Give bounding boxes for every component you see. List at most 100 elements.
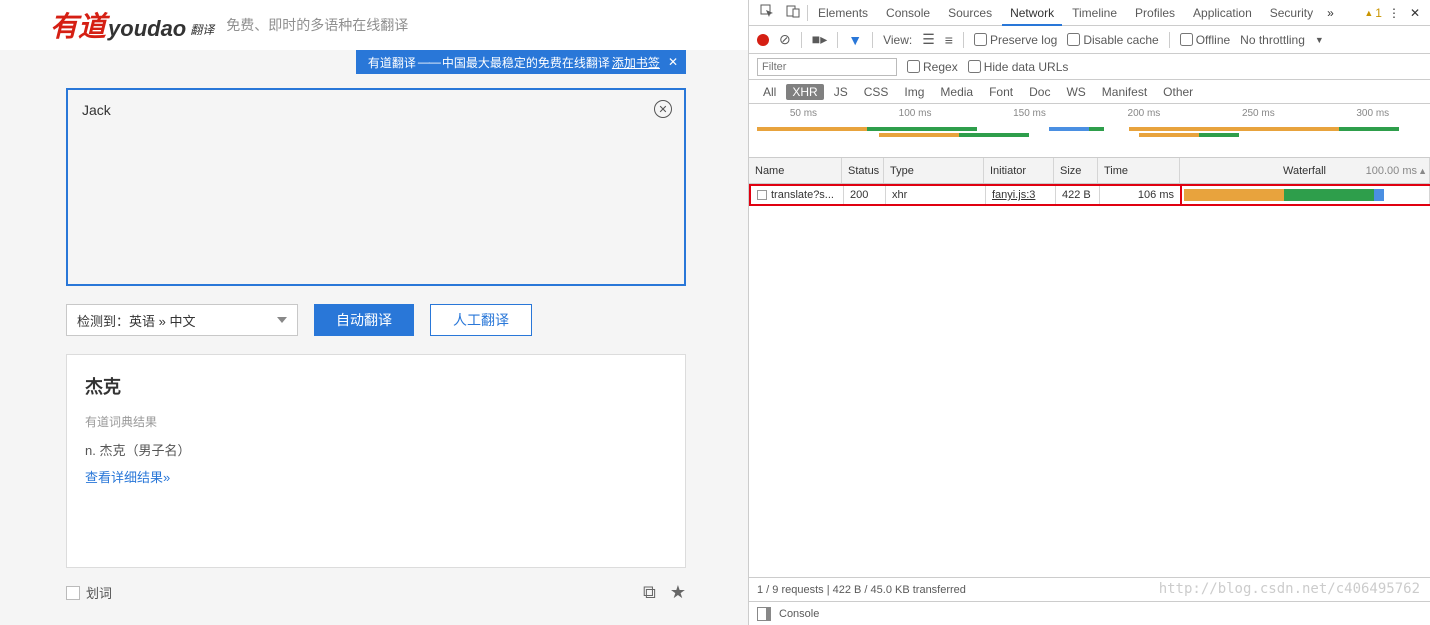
language-select-label: 检测到：英语 » 中文 xyxy=(77,311,195,330)
cat-doc[interactable]: Doc xyxy=(1023,84,1056,100)
device-icon[interactable] xyxy=(781,4,805,21)
drawer-dock-icon[interactable] xyxy=(757,607,771,621)
scroll-up-icon[interactable]: ▲ xyxy=(1418,166,1427,176)
footer-row: 划词 ⧉ ★ xyxy=(66,582,686,603)
request-name: translate?s... xyxy=(771,189,834,201)
offline-checkbox[interactable]: Offline xyxy=(1180,33,1230,47)
youdao-page: 有道 youdao 翻译 免费、即时的多语种在线翻译 有道翻译 —— 中国最大最… xyxy=(0,0,748,625)
huaci-label: 划词 xyxy=(86,583,112,602)
tab-profiles[interactable]: Profiles xyxy=(1127,0,1183,26)
regex-checkbox[interactable]: Regex xyxy=(907,60,958,74)
throttling-select[interactable]: No throttling xyxy=(1240,33,1305,47)
banner-desc: 中国最大最稳定的免费在线翻译 xyxy=(442,54,610,71)
tab-elements[interactable]: Elements xyxy=(810,0,876,26)
hide-data-urls-checkbox[interactable]: Hide data URLs xyxy=(968,60,1069,74)
main-area: 有道翻译 —— 中国最大最稳定的免费在线翻译 添加书签 ✕ Jack ✕ 检测到… xyxy=(0,50,748,625)
kebab-icon[interactable]: ⋮ xyxy=(1384,6,1404,20)
cat-manifest[interactable]: Manifest xyxy=(1096,84,1153,100)
copy-icon[interactable]: ⧉ xyxy=(643,582,656,603)
cat-ws[interactable]: WS xyxy=(1060,84,1091,100)
col-time[interactable]: Time xyxy=(1098,158,1180,183)
cat-media[interactable]: Media xyxy=(934,84,979,100)
translate-input[interactable]: Jack ✕ xyxy=(66,88,686,286)
star-icon[interactable]: ★ xyxy=(670,582,686,603)
close-devtools-icon[interactable]: ✕ xyxy=(1406,6,1424,20)
drawer[interactable]: Console xyxy=(749,601,1430,625)
logo-sub: 翻译 xyxy=(190,21,214,38)
tick: 250 ms xyxy=(1242,108,1275,119)
cat-all[interactable]: All xyxy=(757,84,782,100)
clear-input-icon[interactable]: ✕ xyxy=(654,100,672,118)
tab-application[interactable]: Application xyxy=(1185,0,1260,26)
input-text: Jack xyxy=(68,90,684,130)
timeline-overview[interactable]: 50 ms 100 ms 150 ms 200 ms 250 ms 300 ms xyxy=(749,104,1430,158)
request-size: 422 B xyxy=(1056,186,1100,204)
network-toolbar: ⊘ ■▸ ▼ View: ☰ ≡ Preserve log Disable ca… xyxy=(749,26,1430,54)
tick: 150 ms xyxy=(1013,108,1046,119)
col-name[interactable]: Name xyxy=(749,158,842,183)
filter-icon[interactable]: ▼ xyxy=(848,32,862,48)
filter-row: Regex Hide data URLs xyxy=(749,54,1430,80)
request-type: xhr xyxy=(886,186,986,204)
tab-security[interactable]: Security xyxy=(1262,0,1321,26)
banner-label: 有道翻译 xyxy=(368,54,416,71)
waterfall-scale: 100.00 ms xyxy=(1366,165,1417,177)
language-select[interactable]: 检测到：英语 » 中文 xyxy=(66,304,298,336)
cat-xhr[interactable]: XHR xyxy=(786,84,823,100)
separator xyxy=(807,5,808,21)
tabs-overflow-icon[interactable]: » xyxy=(1323,6,1338,20)
banner-close-icon[interactable]: ✕ xyxy=(668,55,678,69)
separator xyxy=(963,32,964,48)
result-title: 杰克 xyxy=(85,373,667,399)
request-initiator[interactable]: fanyi.js:3 xyxy=(986,186,1056,204)
cat-other[interactable]: Other xyxy=(1157,84,1199,100)
tagline: 免费、即时的多语种在线翻译 xyxy=(226,15,408,35)
view-label: View: xyxy=(883,33,912,47)
cat-img[interactable]: Img xyxy=(898,84,930,100)
col-initiator[interactable]: Initiator xyxy=(984,158,1054,183)
tab-network[interactable]: Network xyxy=(1002,0,1062,26)
col-type[interactable]: Type xyxy=(884,158,984,183)
result-card: 杰克 有道词典结果 n. 杰克（男子名） 查看详细结果» xyxy=(66,354,686,568)
clear-icon[interactable]: ⊘ xyxy=(779,31,791,48)
banner-dash: —— xyxy=(418,55,440,69)
promo-banner: 有道翻译 —— 中国最大最稳定的免费在线翻译 添加书签 ✕ xyxy=(356,50,686,74)
throttling-caret-icon[interactable]: ▼ xyxy=(1315,35,1324,45)
col-status[interactable]: Status xyxy=(842,158,884,183)
cat-font[interactable]: Font xyxy=(983,84,1019,100)
tick: 100 ms xyxy=(899,108,932,119)
warnings-badge[interactable]: 1 xyxy=(1364,6,1382,20)
view-frames-icon[interactable]: ≡ xyxy=(945,32,953,48)
preserve-log-checkbox[interactable]: Preserve log xyxy=(974,33,1057,47)
cat-css[interactable]: CSS xyxy=(858,84,895,100)
huaci-checkbox[interactable]: 划词 xyxy=(66,583,112,602)
devtools-panel: Elements Console Sources Network Timelin… xyxy=(748,0,1430,625)
network-grid-header: Name Status Type Initiator Size Time Wat… xyxy=(749,158,1430,184)
banner-add-bookmark-link[interactable]: 添加书签 xyxy=(612,54,660,71)
separator xyxy=(1169,32,1170,48)
human-translate-button[interactable]: 人工翻译 xyxy=(430,304,532,336)
youdao-logo[interactable]: 有道 youdao 翻译 xyxy=(50,5,214,45)
tick: 200 ms xyxy=(1128,108,1161,119)
see-more-link[interactable]: 查看详细结果» xyxy=(85,470,170,485)
cat-js[interactable]: JS xyxy=(828,84,854,100)
filter-input[interactable] xyxy=(757,58,897,76)
tab-console[interactable]: Console xyxy=(878,0,938,26)
network-grid-body: translate?s... 200 xhr fanyi.js:3 422 B … xyxy=(749,184,1430,577)
filter-categories: All XHR JS CSS Img Media Font Doc WS Man… xyxy=(749,80,1430,104)
capture-icon[interactable]: ■▸ xyxy=(812,31,827,48)
row-checkbox-icon[interactable] xyxy=(757,190,767,200)
request-time: 106 ms xyxy=(1100,186,1182,204)
col-waterfall[interactable]: Waterfall 100.00 ms ▲ xyxy=(1180,158,1430,183)
view-list-icon[interactable]: ☰ xyxy=(922,31,935,48)
drawer-console-tab[interactable]: Console xyxy=(779,608,819,620)
tab-sources[interactable]: Sources xyxy=(940,0,1000,26)
logo-py: youdao xyxy=(108,16,186,42)
request-row[interactable]: translate?s... 200 xhr fanyi.js:3 422 B … xyxy=(749,184,1430,206)
auto-translate-button[interactable]: 自动翻译 xyxy=(314,304,414,336)
inspect-icon[interactable] xyxy=(755,4,779,21)
disable-cache-checkbox[interactable]: Disable cache xyxy=(1067,33,1158,47)
tab-timeline[interactable]: Timeline xyxy=(1064,0,1125,26)
record-icon[interactable] xyxy=(757,34,769,46)
col-size[interactable]: Size xyxy=(1054,158,1098,183)
